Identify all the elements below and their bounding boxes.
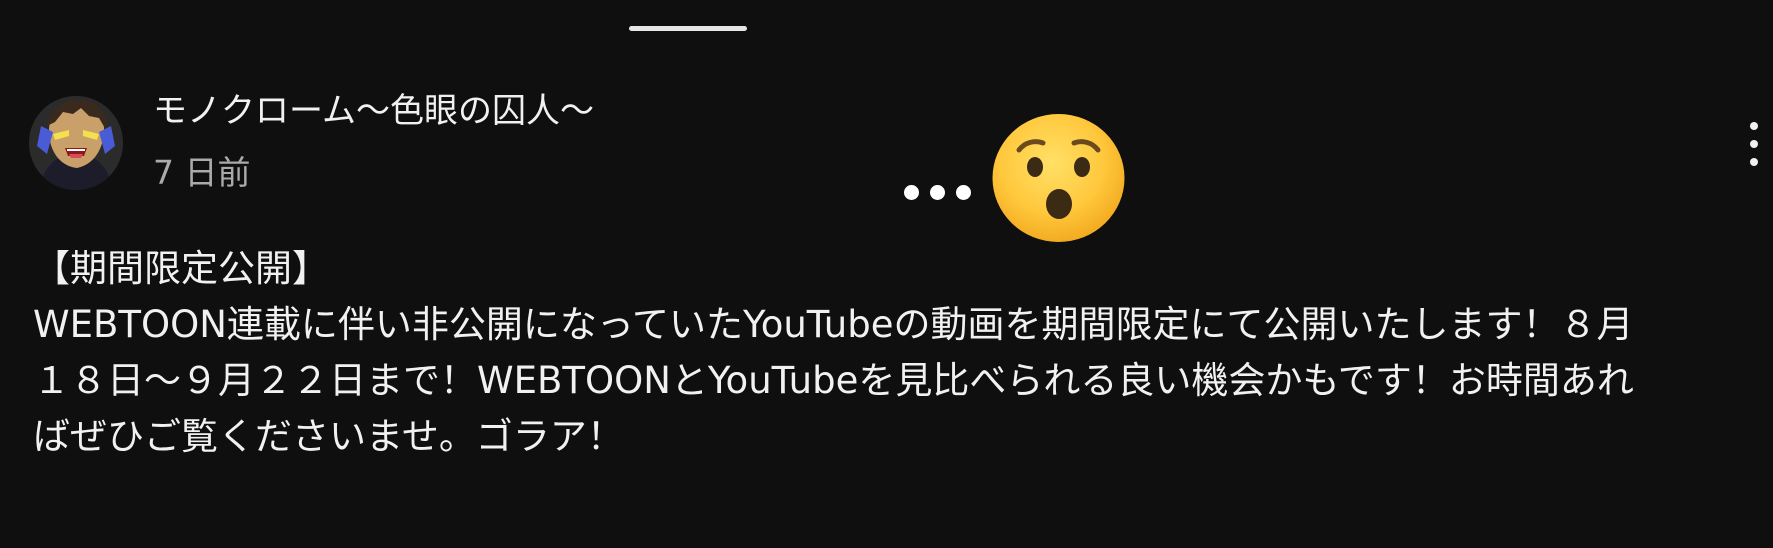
- hushed-face-emoji-icon: [991, 112, 1126, 244]
- ellipsis-dot: [956, 185, 971, 200]
- post-body: 【期間限定公開】 WEBTOON連載に伴い非公開になっていたYouTubeの動画…: [33, 241, 1755, 465]
- more-vertical-icon: [1750, 140, 1758, 148]
- ellipsis-dot: [930, 185, 945, 200]
- more-vertical-icon: [1750, 158, 1758, 166]
- more-options-button[interactable]: [1740, 118, 1768, 170]
- post-text-line: ばぜひご覧くださいませ。ゴラア！: [33, 415, 624, 458]
- post-timestamp: 7 日前: [153, 153, 251, 192]
- more-vertical-icon: [1750, 122, 1758, 130]
- avatar-illustration: [29, 96, 123, 190]
- sheet-drag-handle[interactable]: [629, 26, 747, 31]
- post-text-line: WEBTOON連載に伴い非公開になっていたYouTubeの動画を期間限定にて公開…: [33, 303, 1634, 346]
- post-text-line: １８日〜９月２２日まで！WEBTOONとYouTubeを見比べられる良い機会かも…: [33, 359, 1634, 402]
- channel-name[interactable]: モノクローム〜色眼の囚人〜: [153, 88, 594, 134]
- ellipsis-overlay: [904, 178, 976, 202]
- ellipsis-dot: [904, 185, 919, 200]
- post-text-line: 【期間限定公開】: [33, 247, 329, 290]
- channel-avatar[interactable]: [29, 96, 123, 190]
